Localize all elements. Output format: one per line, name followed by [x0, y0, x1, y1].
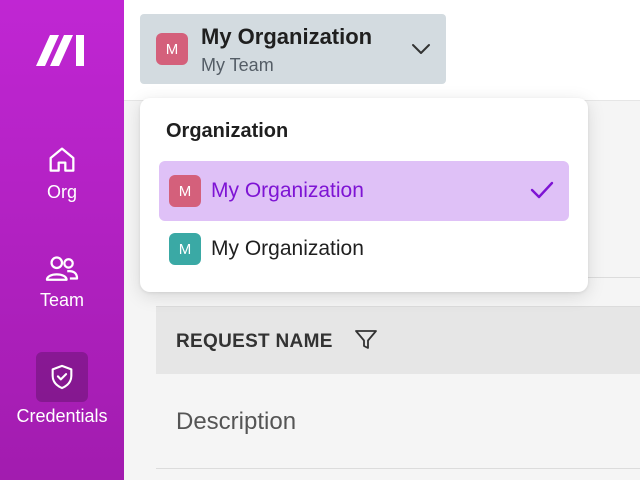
org-option-1[interactable]: M My Organization	[159, 161, 569, 221]
sidebar: Org Team Credentials	[0, 0, 124, 480]
org-option-label: My Organization	[211, 237, 364, 260]
home-icon	[49, 147, 75, 172]
table-header: REQUEST NAME	[156, 306, 640, 375]
org-name: My Organization	[201, 24, 373, 49]
chevron-down-icon	[412, 44, 430, 54]
active-indicator	[36, 352, 88, 402]
sidebar-item-team[interactable]: Team	[0, 252, 124, 311]
org-option-label: My Organization	[211, 179, 364, 202]
org-avatar: M	[169, 175, 201, 207]
org-option-2[interactable]: M My Organization	[159, 219, 569, 279]
org-avatar: M	[169, 233, 201, 265]
make-logo[interactable]	[36, 32, 86, 68]
sidebar-item-label: Org	[46, 182, 77, 202]
sidebar-item-label: Team	[39, 290, 84, 310]
table-row[interactable]: Description	[156, 374, 640, 469]
row-description: Description	[176, 408, 297, 435]
users-icon	[45, 256, 79, 281]
org-switcher-button[interactable]: M My Organization My Team	[140, 14, 446, 84]
filter-icon[interactable]	[354, 329, 378, 351]
sidebar-item-label: Credentials	[16, 406, 108, 426]
team-name: My Team	[201, 55, 274, 75]
check-icon	[530, 181, 554, 199]
organization-dropdown: Organization M My Organization M My Orga…	[140, 98, 588, 292]
column-header-request-name[interactable]: REQUEST NAME	[176, 331, 333, 353]
dropdown-heading: Organization	[166, 120, 289, 142]
sidebar-item-credentials[interactable]: Credentials	[0, 352, 124, 427]
shield-check-icon	[51, 364, 73, 390]
sidebar-item-org[interactable]: Org	[0, 144, 124, 203]
org-avatar: M	[156, 33, 188, 65]
